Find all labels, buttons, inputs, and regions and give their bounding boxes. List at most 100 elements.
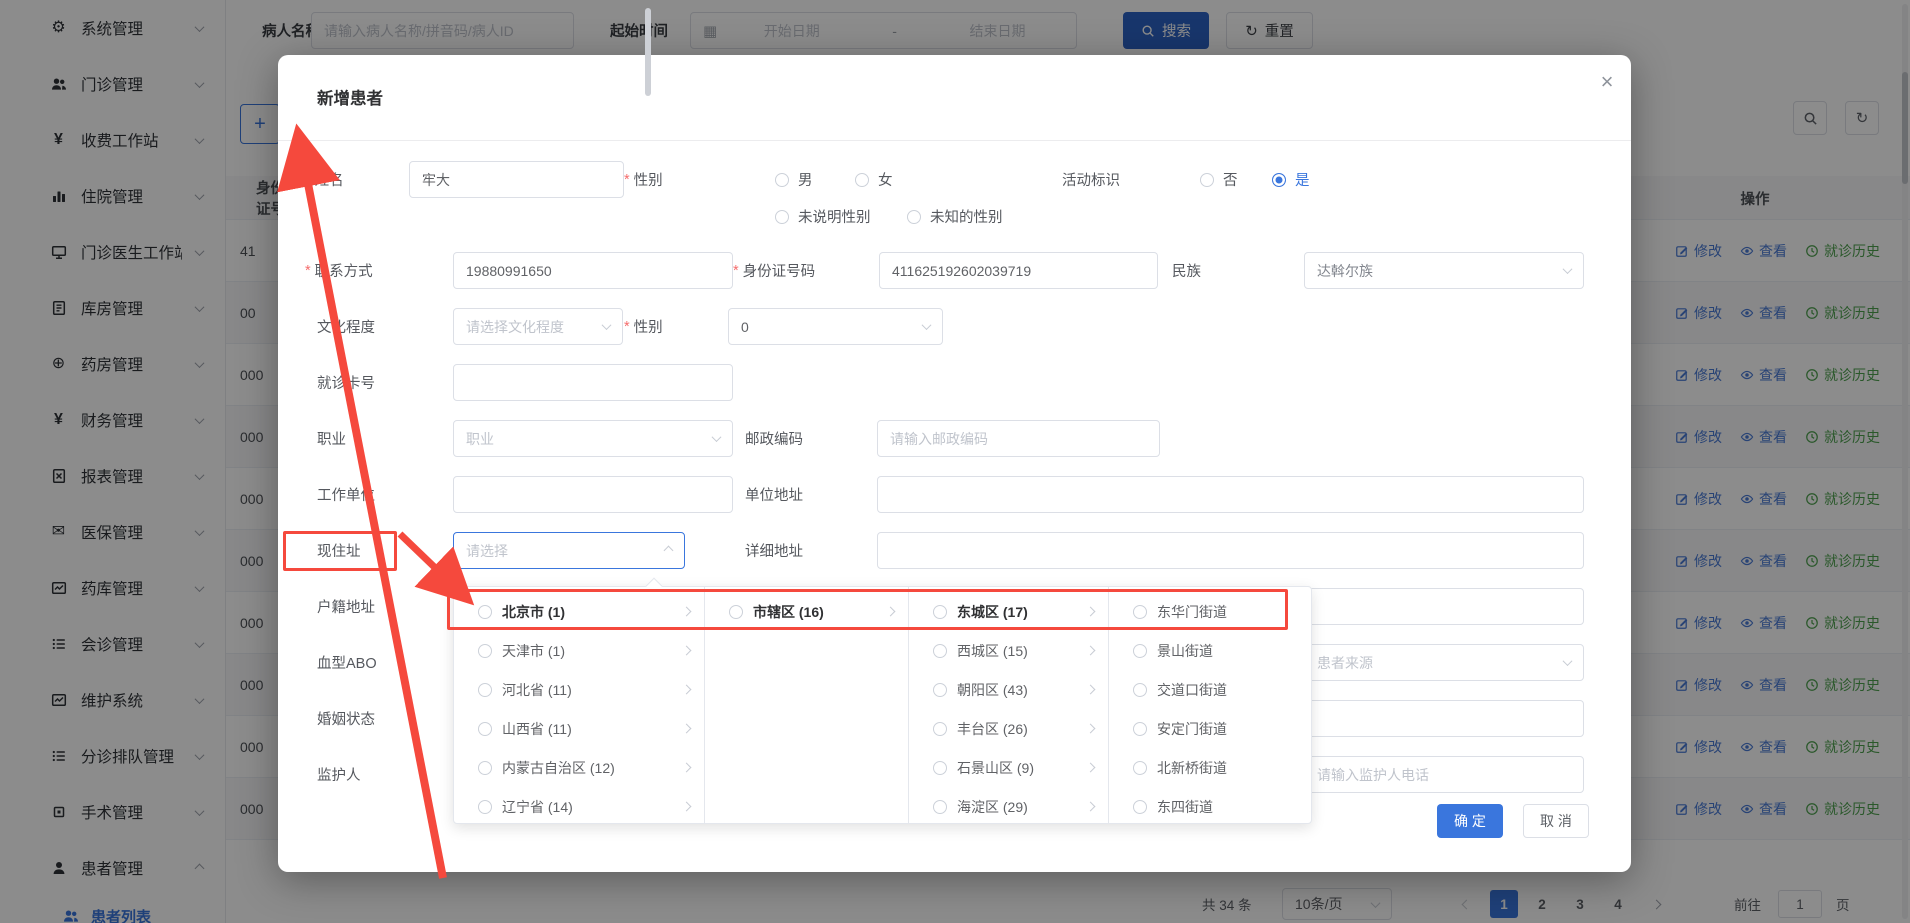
chevron-right-icon <box>1086 646 1096 656</box>
visit-card-label: 就诊卡号 <box>317 364 375 401</box>
radio-icon <box>1133 605 1147 619</box>
cascader-option-label: 交道口街道 <box>1157 680 1299 700</box>
visit-card-input[interactable] <box>453 364 733 401</box>
chevron-right-icon <box>682 607 692 617</box>
radio-icon <box>1133 800 1147 814</box>
cascader-option[interactable]: 北京市 (1) <box>454 592 704 631</box>
cascader-option[interactable]: 海淀区 (29) <box>909 787 1108 824</box>
cascader-column-4: 东华门街道景山街道交道口街道安定门街道北新桥街道东四街道 <box>1109 587 1312 823</box>
cascader-option[interactable]: 石景山区 (9) <box>909 748 1108 787</box>
radio-icon <box>478 683 492 697</box>
active-flag-label: 活动标识 <box>1062 161 1120 198</box>
gender-option-unstated[interactable]: 未说明性别 <box>775 198 871 235</box>
close-icon[interactable]: × <box>1592 67 1622 97</box>
cascader-option-label: 市辖区 (16) <box>753 602 877 622</box>
cascader-option[interactable]: 市辖区 (16) <box>705 592 908 631</box>
detail-address-label: 详细地址 <box>745 532 803 569</box>
current-address-select[interactable]: 请选择 <box>453 532 685 569</box>
cascader-option[interactable]: 安定门街道 <box>1109 709 1312 748</box>
gender-option-female[interactable]: 女 <box>855 161 893 198</box>
radio-icon <box>1133 683 1147 697</box>
chevron-right-icon <box>1086 607 1096 617</box>
cascader-column-3: 东城区 (17) 西城区 (15) 朝阳区 (43) 丰台区 (26)石景山区 (9)… <box>909 587 1109 823</box>
cascader-option[interactable]: 朝阳区 (43) <box>909 670 1108 709</box>
radio-icon <box>1133 761 1147 775</box>
gender-label: *性别 <box>624 161 663 198</box>
cascader-option[interactable]: 河北省 (11) <box>454 670 704 709</box>
radio-icon <box>933 644 947 658</box>
cancel-button[interactable]: 取 消 <box>1523 804 1589 838</box>
guardian-phone-input[interactable] <box>1304 756 1584 793</box>
name-label: *姓名 <box>305 161 344 198</box>
ethnicity-select[interactable]: 达斡尔族 <box>1304 252 1584 289</box>
postal-code-label: 邮政编码 <box>745 420 803 457</box>
radio-icon <box>775 173 789 187</box>
confirm-button[interactable]: 确 定 <box>1437 804 1503 838</box>
cascader-option[interactable]: 山西省 (11) <box>454 709 704 748</box>
active-flag-option-no[interactable]: 否 <box>1200 161 1238 198</box>
radio-icon <box>933 605 947 619</box>
cascader-option-label: 北新桥街道 <box>1157 758 1299 778</box>
cascader-option[interactable]: 东城区 (17) <box>909 592 1108 631</box>
patient-source-select[interactable]: 患者来源 <box>1304 644 1584 681</box>
radio-icon <box>907 210 921 224</box>
cascader-option[interactable]: 北新桥街道 <box>1109 748 1312 787</box>
id-number-input[interactable] <box>879 252 1158 289</box>
gender-code-select[interactable]: 0 <box>728 308 943 345</box>
detail-address-input[interactable] <box>877 532 1584 569</box>
work-unit-input[interactable] <box>453 476 733 513</box>
cascader-option[interactable]: 内蒙古自治区 (12) <box>454 748 704 787</box>
chevron-down-icon <box>1563 264 1573 274</box>
cascader-option-label: 山西省 (11) <box>502 719 673 739</box>
unit-address-label: 单位地址 <box>745 476 803 513</box>
cascader-column-2: 市辖区 (16) <box>705 587 909 823</box>
blood-abo-label: 血型ABO <box>317 644 377 681</box>
cascader-option-label: 朝阳区 (43) <box>957 680 1077 700</box>
contact-label: *联系方式 <box>305 252 373 289</box>
name-input[interactable] <box>409 161 624 198</box>
education-label: 文化程度 <box>317 308 375 345</box>
required-star: * <box>733 263 739 279</box>
cascader-option-label: 安定门街道 <box>1157 719 1299 739</box>
occupation-select[interactable]: 职业 <box>453 420 733 457</box>
cascader-option-label: 辽宁省 (14) <box>502 797 673 817</box>
cascader-option-label: 天津市 (1) <box>502 641 673 661</box>
cascader-option[interactable]: 丰台区 (26) <box>909 709 1108 748</box>
marital-status-label: 婚姻状态 <box>317 700 375 737</box>
chevron-down-icon <box>602 320 612 330</box>
household-address-label: 户籍地址 <box>317 588 375 625</box>
cascader-option-label: 北京市 (1) <box>502 602 673 622</box>
gender-option-unknown[interactable]: 未知的性别 <box>907 198 1003 235</box>
radio-icon <box>1133 644 1147 658</box>
modal-title: 新增患者 <box>317 85 383 109</box>
radio-icon <box>933 761 947 775</box>
gender-option-male[interactable]: 男 <box>775 161 813 198</box>
cascader-option[interactable]: 交道口街道 <box>1109 670 1312 709</box>
education-select[interactable]: 请选择文化程度 <box>453 308 623 345</box>
cascader-option[interactable]: 天津市 (1) <box>454 631 704 670</box>
chevron-right-icon <box>886 607 896 617</box>
chevron-right-icon <box>1086 685 1096 695</box>
modal-divider <box>278 140 1631 141</box>
unit-address-input[interactable] <box>877 476 1584 513</box>
radio-icon <box>1200 173 1214 187</box>
cascader-column-1: 北京市 (1) 天津市 (1) 河北省 (11) 山西省 (11) 内蒙古自治区 (12… <box>454 587 705 823</box>
radio-icon <box>775 210 789 224</box>
radio-checked-icon <box>1272 173 1286 187</box>
cascader-option[interactable]: 辽宁省 (14) <box>454 787 704 824</box>
cascader-option[interactable]: 西城区 (15) <box>909 631 1108 670</box>
required-star: * <box>305 263 311 279</box>
cascader-option-label: 东华门街道 <box>1157 602 1299 622</box>
cascader-option[interactable]: 景山街道 <box>1109 631 1312 670</box>
postal-code-input[interactable] <box>877 420 1160 457</box>
cascader-option[interactable]: 东四街道 <box>1109 787 1312 824</box>
contact-input[interactable] <box>453 252 733 289</box>
occupation-label: 职业 <box>317 420 346 457</box>
chevron-right-icon <box>1086 724 1096 734</box>
cascader-option[interactable]: 东华门街道 <box>1109 592 1312 631</box>
cascader-option-label: 西城区 (15) <box>957 641 1077 661</box>
address-cascader-dropdown: 北京市 (1) 天津市 (1) 河北省 (11) 山西省 (11) 内蒙古自治区 (12… <box>453 586 1312 824</box>
active-flag-option-yes[interactable]: 是 <box>1272 161 1310 198</box>
cascader-scrollbar-thumb[interactable] <box>645 8 651 96</box>
work-unit-label: 工作单位 <box>317 476 375 513</box>
